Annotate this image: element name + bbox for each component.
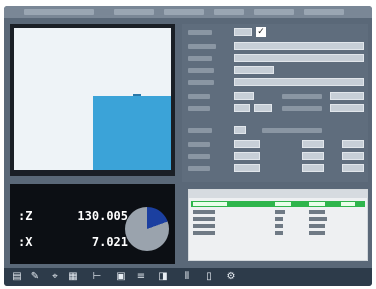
menu-item[interactable] [214, 9, 244, 15]
simulation-view[interactable] [10, 24, 175, 176]
spindle-load-gauge [125, 207, 169, 251]
param-field[interactable] [254, 104, 272, 112]
simulation-canvas [14, 28, 171, 170]
top-menu-bar [4, 6, 372, 18]
tool-tip-marker [133, 94, 141, 96]
z-axis-row: :Z 130.005 [18, 209, 128, 229]
param-field[interactable] [234, 164, 260, 172]
param-field[interactable] [234, 28, 252, 36]
param-label [262, 128, 322, 133]
z-axis-label: :Z [18, 209, 33, 223]
menu-item[interactable] [164, 9, 204, 15]
table-row[interactable] [191, 209, 365, 215]
table-header [189, 190, 367, 198]
param-label [188, 166, 210, 171]
x-axis-value: 7.021 [91, 235, 128, 249]
param-label [188, 94, 210, 99]
param-label [282, 94, 322, 99]
z-axis-value: 130.005 [77, 209, 128, 223]
grid-icon[interactable]: ▦ [66, 270, 80, 284]
param-field[interactable] [234, 140, 260, 148]
tool-icon[interactable]: ⌖ [48, 270, 62, 284]
param-field[interactable] [234, 54, 364, 62]
document-icon[interactable]: ▯ [202, 270, 216, 284]
menu-item[interactable] [24, 9, 94, 15]
param-label [188, 142, 210, 147]
param-field[interactable] [342, 164, 364, 172]
bottom-toolbar: ▤ ✎ ⌖ ▦ ⊢ ▣ ≡ ◨ ⦀ ▯ ⚙ [4, 268, 372, 286]
param-label [188, 154, 210, 159]
param-field[interactable] [302, 164, 324, 172]
param-field[interactable] [234, 104, 250, 112]
param-field[interactable] [234, 92, 254, 100]
param-field[interactable] [330, 92, 364, 100]
param-label [188, 80, 214, 85]
param-label [188, 30, 212, 35]
param-field[interactable] [234, 126, 246, 134]
param-field[interactable] [234, 78, 364, 86]
cnc-screen: :Z 130.005 :X 7.021 ✓ ▤ ✎ ⌖ ▦ ⊢ ▣ ≡ ◨ ⦀ … [4, 6, 372, 286]
param-label [188, 44, 216, 49]
table-row-selected[interactable] [191, 201, 365, 207]
settings-icon[interactable]: ⚙ [224, 270, 238, 284]
ruler-icon[interactable]: ▤ [10, 270, 24, 284]
param-field[interactable] [330, 104, 364, 112]
param-field[interactable] [234, 152, 260, 160]
program-table [188, 189, 368, 261]
caliper-icon[interactable]: ⊢ [90, 270, 104, 284]
param-label [188, 68, 214, 73]
param-field[interactable] [234, 42, 364, 50]
param-field[interactable] [342, 152, 364, 160]
workpiece [93, 96, 171, 170]
checkbox-checked-icon[interactable]: ✓ [256, 27, 266, 37]
table-row[interactable] [191, 223, 365, 229]
menu-item[interactable] [304, 9, 344, 15]
menu-item[interactable] [114, 9, 154, 15]
param-label [282, 106, 322, 111]
param-label [188, 128, 212, 133]
x-axis-label: :X [18, 235, 33, 249]
param-label [188, 106, 210, 111]
table-row[interactable] [191, 230, 365, 236]
chart-icon[interactable]: ⦀ [180, 270, 194, 284]
parameters-panel: ✓ [182, 24, 368, 182]
pencil-icon[interactable]: ✎ [28, 270, 42, 284]
param-field[interactable] [234, 66, 274, 74]
param-field[interactable] [342, 140, 364, 148]
window-icon[interactable]: ▣ [114, 270, 128, 284]
x-axis-row: :X 7.021 [18, 235, 128, 255]
param-field[interactable] [302, 140, 324, 148]
menu-item[interactable] [254, 9, 294, 15]
stack-icon[interactable]: ≡ [134, 270, 148, 284]
param-field[interactable] [302, 152, 324, 160]
param-label [188, 56, 212, 61]
graph-icon[interactable]: ◨ [156, 270, 170, 284]
table-row[interactable] [191, 216, 365, 222]
